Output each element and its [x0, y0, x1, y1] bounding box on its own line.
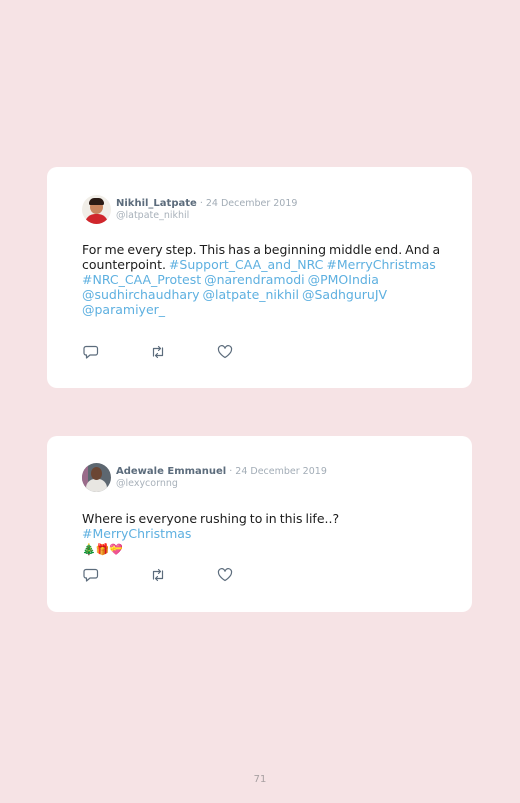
author-handle[interactable]: @lexycornng — [116, 478, 327, 490]
reply-icon[interactable] — [83, 568, 99, 582]
tweet-card: Adewale Emmanuel · 24 December 2019 @lex… — [47, 436, 472, 612]
author-handle[interactable]: @latpate_nikhil — [116, 210, 297, 222]
tweet-card: Nikhil_Latpate · 24 December 2019 @latpa… — [47, 167, 472, 388]
like-icon[interactable] — [217, 345, 233, 359]
retweet-icon[interactable] — [150, 345, 166, 359]
author-name[interactable]: Adewale Emmanuel — [116, 466, 226, 477]
tweet-hashtags[interactable]: #MerryChristmas — [82, 526, 191, 541]
like-icon[interactable] — [217, 568, 233, 582]
tweet-date: · 24 December 2019 — [196, 197, 298, 209]
tweet-header: Nikhil_Latpate · 24 December 2019 @latpa… — [82, 195, 297, 224]
avatar[interactable] — [82, 195, 111, 224]
tweet-text: Where is everyone rushing to in this lif… — [82, 511, 444, 557]
avatar[interactable] — [82, 463, 111, 492]
tweet-header: Adewale Emmanuel · 24 December 2019 @lex… — [82, 463, 327, 492]
author-name[interactable]: Nikhil_Latpate — [116, 198, 197, 209]
reply-icon[interactable] — [83, 345, 99, 359]
tweet-text: For me every step. This has a beginning … — [82, 242, 444, 317]
tweet-emoji: 🎄🎁💝 — [82, 543, 124, 556]
page-number: 71 — [253, 774, 267, 785]
tweet-body: Where is everyone rushing to in this lif… — [82, 511, 340, 526]
tweet-date: · 24 December 2019 — [226, 465, 327, 477]
retweet-icon[interactable] — [150, 568, 166, 582]
